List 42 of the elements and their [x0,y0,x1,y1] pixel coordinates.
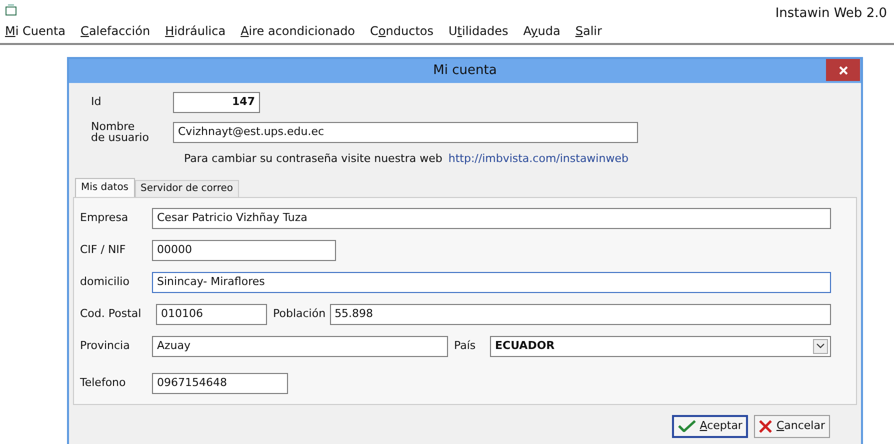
menu-item[interactable]: Aire acondicionado [240,22,356,40]
menu-item[interactable]: Ayuda [523,22,560,40]
username-field[interactable]: Cvizhnayt@est.ups.edu.ec [173,122,638,142]
field-label: Provincia [80,338,131,354]
app-title: Instawin Web 2.0 [775,5,887,23]
field-label: Id [91,94,102,110]
menu-item[interactable]: Salir [575,22,602,40]
field-label: Telefono [80,374,127,391]
info-text: Para cambiar su contraseña visite nuestra web [184,151,442,167]
menu-item[interactable]: Utilidades [448,22,508,40]
close-icon [838,66,848,74]
menu-item[interactable]: Hidráulica [165,22,226,40]
app-icon [5,4,17,16]
checkmark-icon [678,420,696,432]
field-label: Cod. Postal [80,306,142,322]
cross-icon [759,420,772,432]
field-label: CIF / NIF [80,242,127,258]
menu-item[interactable]: Calefacción [80,22,150,40]
close-button[interactable] [826,59,860,81]
dialog-title: Mi cuenta [433,62,497,80]
cancel-button[interactable]: Cancelar [754,414,830,438]
input-field[interactable]: Cesar Patricio Vizhñay Tuza [152,208,831,228]
menu-item[interactable]: Conductos [370,22,434,40]
input-field[interactable]: Sinincay- Miraflores [152,272,831,292]
field-label: Población [273,306,327,322]
input-field[interactable]: 55.898 [330,304,831,324]
field-label: Nombre de usuario [91,121,150,143]
input-field[interactable]: 0967154648 [152,372,288,394]
field-label: Empresa [80,210,130,226]
input-field[interactable]: 00000 [152,240,336,260]
chevron-down-icon [813,338,828,354]
country-dropdown[interactable]: ECUADOR [490,336,831,356]
id-field[interactable]: 147 [173,92,260,113]
accept-button[interactable]: Aceptar [672,414,748,438]
field-label: domicilio [80,274,130,290]
field-label: País [454,338,477,354]
input-field[interactable]: 010106 [156,304,267,324]
tab[interactable]: Mis datos [75,178,135,196]
website-link[interactable]: http://imbvista.com/instawinweb [448,151,628,168]
input-field[interactable]: Azuay [152,336,448,356]
menu-item[interactable]: Mi Cuenta [5,22,66,40]
tab[interactable]: Servidor de correo [134,180,239,196]
